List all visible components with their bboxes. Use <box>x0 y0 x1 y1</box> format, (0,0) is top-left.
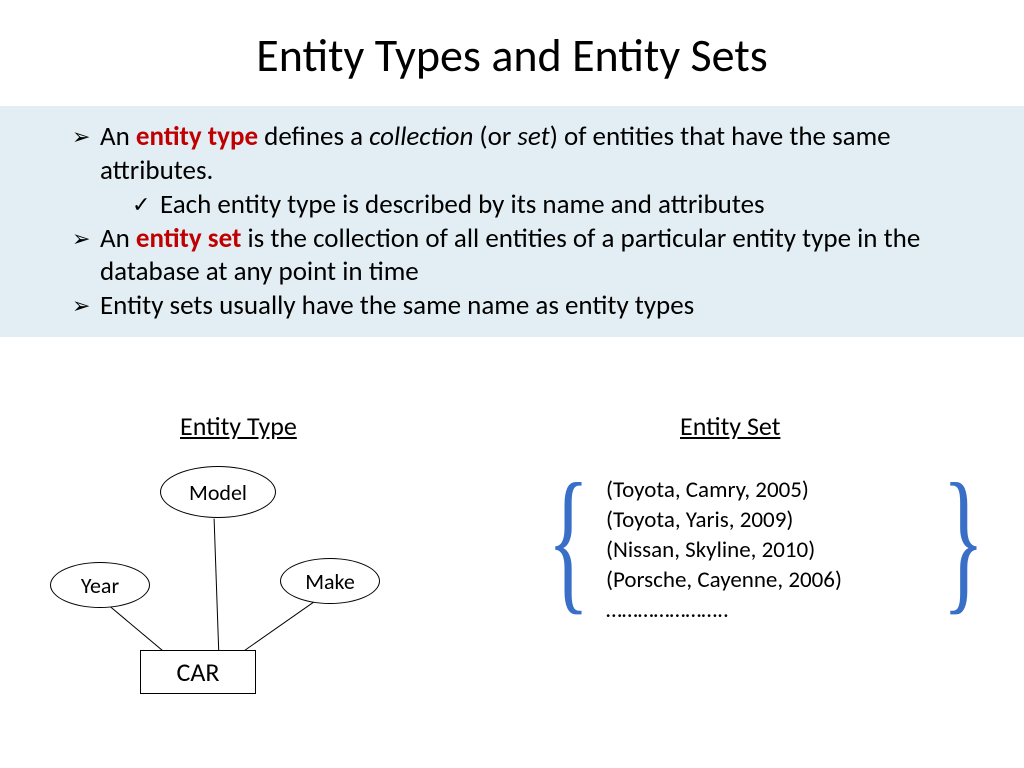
brace-right-icon: } <box>942 464 984 614</box>
bullet-box: ➢ An entity type defines a collection (o… <box>0 106 1024 337</box>
set-line-3: (Nissan, Skyline, 2010) <box>606 536 842 566</box>
bullet-3-text: Entity sets usually have the same name a… <box>100 289 988 323</box>
brace-left-icon: { <box>547 464 589 614</box>
bullet-1-sub: ✓ Each entity type is described by its n… <box>36 188 988 222</box>
set-line-5: ………………….. <box>606 596 842 626</box>
keyword-entity-type: entity type <box>136 120 258 153</box>
chevron-right-icon: ➢ <box>72 120 100 154</box>
chevron-right-icon: ➢ <box>72 222 100 256</box>
bullet-1-sub-text: Each entity type is described by its nam… <box>160 188 988 222</box>
attribute-make: Make <box>280 558 380 604</box>
set-line-2: (Toyota, Yaris, 2009) <box>606 506 842 536</box>
entity-car: CAR <box>140 650 256 694</box>
bullet-1-text: An entity type defines a collection (or … <box>100 120 988 188</box>
slide: Entity Types and Entity Sets ➢ An entity… <box>0 0 1024 768</box>
entity-set-lines: (Toyota, Camry, 2005) (Toyota, Yaris, 20… <box>606 476 842 625</box>
bullet-1: ➢ An entity type defines a collection (o… <box>36 120 988 188</box>
chevron-right-icon: ➢ <box>72 289 100 323</box>
bullet-2: ➢ An entity set is the collection of all… <box>36 222 988 290</box>
slide-title: Entity Types and Entity Sets <box>0 0 1024 84</box>
bullet-2-text: An entity set is the collection of all e… <box>100 222 988 290</box>
subheading-entity-type: Entity Type <box>180 410 297 442</box>
set-line-1: (Toyota, Camry, 2005) <box>606 476 842 506</box>
subheading-entity-set: Entity Set <box>680 410 780 442</box>
attribute-model: Model <box>160 466 276 518</box>
bullet-3: ➢ Entity sets usually have the same name… <box>36 289 988 323</box>
check-icon: ✓ <box>132 188 160 222</box>
keyword-entity-set: entity set <box>136 222 241 255</box>
set-line-4: (Porsche, Cayenne, 2006) <box>606 566 842 596</box>
edge-model-car <box>213 519 219 653</box>
er-diagram: Model Year Make CAR <box>40 460 420 720</box>
attribute-year: Year <box>50 562 150 608</box>
